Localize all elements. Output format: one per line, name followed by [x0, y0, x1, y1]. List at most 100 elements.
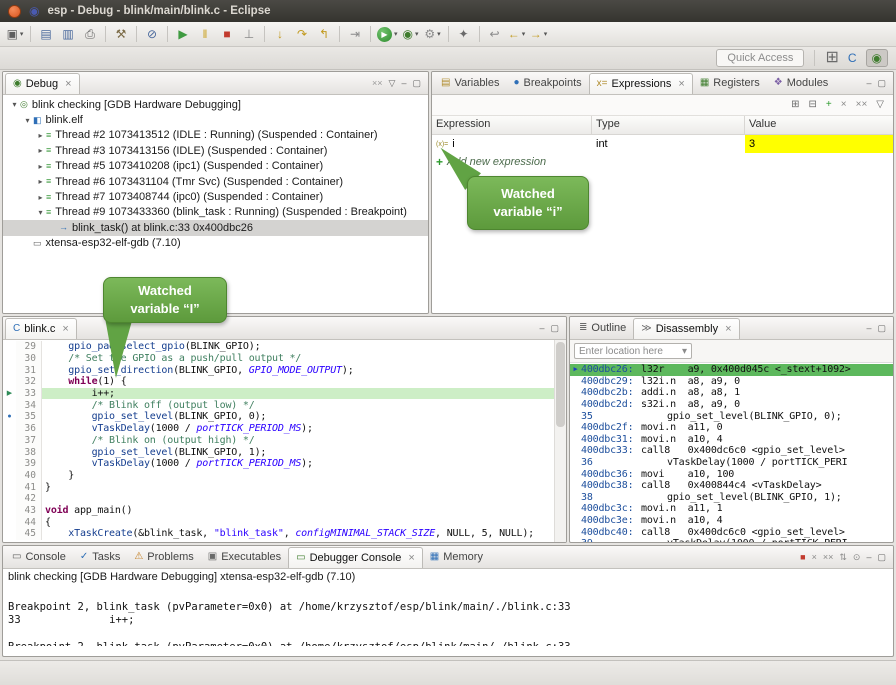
chevron-down-icon[interactable]: ▾ — [20, 30, 24, 38]
new-wizard-button[interactable]: ▣▾ — [5, 24, 25, 44]
scroll-lock-icon[interactable]: ⇅ — [839, 553, 847, 562]
tab-modules[interactable]: ❖Modules — [767, 72, 836, 94]
editor-scrollbar[interactable] — [554, 340, 566, 542]
disassembly-listing[interactable]: ▶400dbc26:l32r a9, 0x400d045c <_stext+10… — [570, 363, 893, 542]
logical-structure-icon[interactable]: ⊞ — [791, 100, 799, 110]
close-tab-icon[interactable]: × — [65, 78, 71, 90]
tree-row[interactable]: ▭xtensa-esp32-elf-gdb (7.10) — [3, 236, 428, 251]
tree-row[interactable]: →blink_task() at blink.c:33 0x400dbc26 — [3, 220, 428, 235]
chevron-down-icon[interactable]: ▾ — [394, 30, 398, 38]
tab-breakpoints[interactable]: ●Breakpoints — [507, 72, 589, 94]
code-line[interactable]: 40 } — [3, 470, 555, 482]
disasm-line[interactable]: 400dbc3c:movi.n a11, 1 — [570, 503, 893, 515]
add-new-expression-row[interactable]: +Add new expression — [432, 153, 893, 171]
disasm-line[interactable]: 400dbc31:movi.n a10, 4 — [570, 434, 893, 446]
tree-row[interactable]: ▾◎blink checking [GDB Hardware Debugging… — [3, 97, 428, 112]
back-button[interactable]: ←▾ — [507, 24, 527, 44]
minimize-icon[interactable]: – — [866, 324, 871, 333]
resume-button[interactable]: ▶ — [173, 24, 193, 44]
suspend-button[interactable]: ‖ — [195, 24, 215, 44]
code-line[interactable]: 45 xTaskCreate(&blink_task, "blink_task"… — [3, 528, 555, 540]
code-line[interactable]: 29 gpio_pad_select_gpio(BLINK_GPIO); — [3, 341, 555, 353]
disasm-source-line[interactable]: 36vTaskDelay(1000 / portTICK_PERI — [570, 457, 893, 469]
minimize-icon[interactable]: – — [539, 324, 544, 333]
location-combo[interactable]: Enter location here ▾ — [574, 343, 692, 359]
tab-expressions[interactable]: x=Expressions× — [589, 73, 693, 94]
open-perspective-icon[interactable]: ⊞ — [825, 50, 838, 66]
debug-perspective-button[interactable]: ◉ — [866, 49, 888, 67]
skip-breakpoints-button[interactable]: ⊘ — [142, 24, 162, 44]
expander-icon[interactable]: ▸ — [35, 131, 46, 140]
close-tab-icon[interactable]: × — [62, 323, 68, 335]
external-tools-button[interactable]: ⚙▾ — [423, 24, 443, 44]
tree-row[interactable]: ▾≡Thread #9 1073433360 (blink_task : Run… — [3, 205, 428, 220]
print-button[interactable]: ⎙ — [80, 24, 100, 44]
instruction-step-button[interactable]: ⇥ — [345, 24, 365, 44]
chevron-down-icon[interactable]: ▾ — [437, 30, 441, 38]
tab-registers[interactable]: ▦Registers — [693, 72, 767, 94]
code-line[interactable]: 36 vTaskDelay(1000 / portTICK_PERIOD_MS)… — [3, 423, 555, 435]
step-return-button[interactable]: ↰ — [314, 24, 334, 44]
tree-row[interactable]: ▸≡Thread #3 1073413156 (IDLE) (Suspended… — [3, 143, 428, 158]
code-line[interactable]: 37 /* Blink on (output high) */ — [3, 435, 555, 447]
code-line[interactable]: 39 vTaskDelay(1000 / portTICK_PERIOD_MS)… — [3, 458, 555, 470]
run-button[interactable]: ▶▾ — [376, 24, 399, 44]
quick-access-button[interactable]: Quick Access — [716, 49, 804, 67]
disasm-source-line[interactable]: 35gpio_set_level(BLINK_GPIO, 0); — [570, 410, 893, 422]
save-button[interactable]: ▤ — [36, 24, 56, 44]
view-menu-icon[interactable]: ▽ — [389, 79, 396, 88]
cpp-perspective-button[interactable]: C — [843, 50, 862, 66]
code-line[interactable]: 32 while(1) { — [3, 376, 555, 388]
code-line[interactable]: 38 gpio_set_level(BLINK_GPIO, 1); — [3, 446, 555, 458]
tree-row[interactable]: ▸≡Thread #5 1073410208 (ipc1) (Suspended… — [3, 159, 428, 174]
tree-row[interactable]: ▸≡Thread #2 1073413512 (IDLE : Running) … — [3, 128, 428, 143]
view-menu-icon[interactable]: ▽ — [876, 100, 884, 110]
remove-all-consoles-icon[interactable]: ×× — [823, 553, 834, 562]
disasm-source-line[interactable]: 38gpio_set_level(BLINK_GPIO, 1); — [570, 492, 893, 504]
tab-variables[interactable]: ▤Variables — [434, 72, 507, 94]
disasm-line[interactable]: 400dbc2b:addi.n a8, a8, 1 — [570, 387, 893, 399]
build-button[interactable]: ⚒ — [111, 24, 131, 44]
maximize-icon[interactable]: ▢ — [877, 553, 886, 562]
tree-row[interactable]: ▸≡Thread #7 1073408744 (ipc0) (Suspended… — [3, 189, 428, 204]
minimize-icon[interactable]: – — [866, 553, 871, 562]
expander-icon[interactable]: ▸ — [35, 146, 46, 155]
disasm-line[interactable]: ▶400dbc26:l32r a9, 0x400d045c <_stext+10… — [570, 364, 893, 376]
minimize-icon[interactable]: – — [401, 79, 406, 88]
maximize-icon[interactable]: ▢ — [877, 79, 886, 88]
remove-icon[interactable]: × — [841, 100, 847, 110]
maximize-icon[interactable]: ▢ — [877, 324, 886, 333]
disasm-line[interactable]: 400dbc38:call8 0x400844c4 <vTaskDelay> — [570, 480, 893, 492]
new-watch-icon[interactable]: + — [826, 100, 832, 110]
tab-debug[interactable]: ◉Debug× — [5, 73, 80, 94]
instruction-pointer-icon[interactable]: ▶ — [3, 390, 16, 397]
tab-tasks[interactable]: ✓Tasks — [73, 546, 128, 568]
close-tab-icon[interactable]: × — [408, 552, 414, 564]
code-line[interactable]: 42 — [3, 493, 555, 505]
remove-terminated-icon[interactable]: ×× — [372, 79, 383, 88]
console-output[interactable]: Breakpoint 2, blink_task (pvParameter=0x… — [3, 600, 893, 646]
search-button[interactable]: ✦ — [454, 24, 474, 44]
expression-row[interactable]: (x)=iint3 — [432, 135, 893, 153]
tab-disassembly[interactable]: ≫Disassembly× — [633, 318, 739, 339]
tab-blink-c[interactable]: Cblink.c× — [5, 318, 77, 339]
column-header-type[interactable]: Type — [592, 116, 745, 134]
code-line[interactable]: ●35 gpio_set_level(BLINK_GPIO, 0); — [3, 411, 555, 423]
step-into-button[interactable]: ↓ — [270, 24, 290, 44]
chevron-down-icon[interactable]: ▾ — [544, 30, 548, 38]
forward-button[interactable]: →▾ — [529, 24, 549, 44]
disasm-line[interactable]: 400dbc2d:s32i.n a8, a9, 0 — [570, 399, 893, 411]
expander-icon[interactable]: ▾ — [22, 116, 33, 125]
remove-console-icon[interactable]: × — [812, 553, 817, 562]
terminate-console-icon[interactable]: ■ — [800, 553, 805, 562]
pin-console-icon[interactable]: ⊙ — [853, 553, 861, 562]
code-line[interactable]: 31 gpio_set_direction(BLINK_GPIO, GPIO_M… — [3, 364, 555, 376]
remove-all-icon[interactable]: ×× — [856, 100, 868, 110]
expander-icon[interactable]: ▾ — [35, 208, 46, 217]
collapse-all-icon[interactable]: ⊟ — [809, 100, 817, 110]
disasm-line[interactable]: 400dbc3e:movi.n a10, 4 — [570, 515, 893, 527]
close-tab-icon[interactable]: × — [678, 78, 684, 90]
code-line[interactable]: 30 /* Set the GPIO as a push/pull output… — [3, 353, 555, 365]
minimize-icon[interactable]: – — [866, 79, 871, 88]
debug-button[interactable]: ◉▾ — [401, 24, 421, 44]
